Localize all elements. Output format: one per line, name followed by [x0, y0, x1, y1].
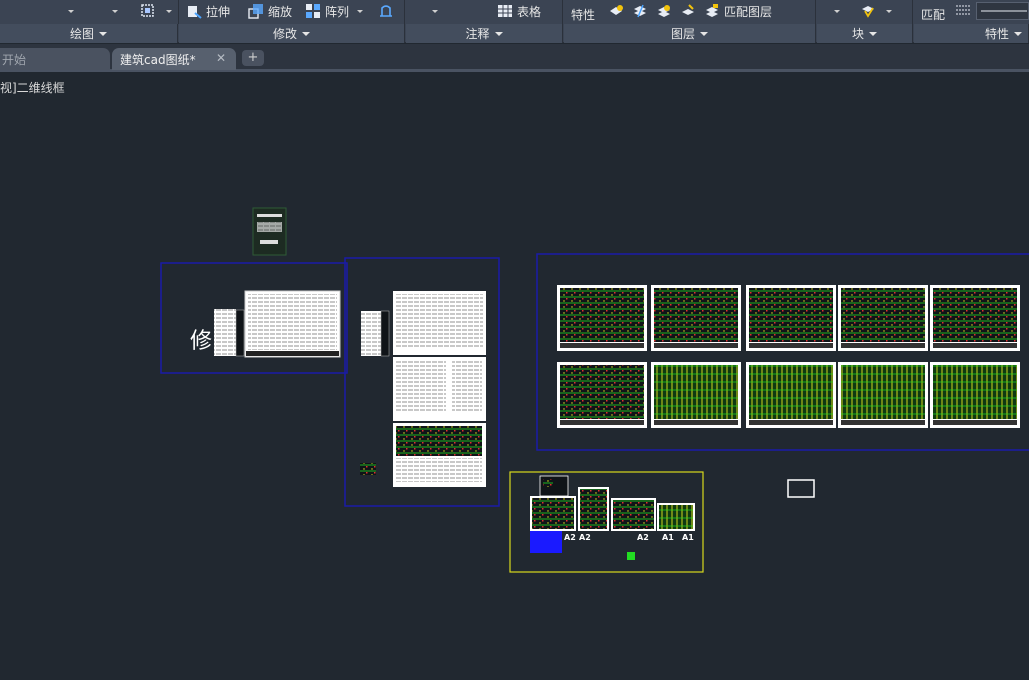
- layer-icon: [608, 3, 624, 19]
- table-label: 表格: [517, 4, 542, 19]
- separator: [562, 0, 563, 24]
- stretch-button[interactable]: 拉伸: [186, 0, 230, 22]
- block-icon: [860, 3, 876, 19]
- chevron-down-icon: [302, 31, 310, 36]
- ribbon: 拉伸 缩放 阵列 表格 特性 匹配图层 匹配 绘图 修改 注释 图层 块 特性: [0, 0, 1029, 43]
- panel-annotation-label: 注释: [465, 27, 490, 41]
- panel-layers-label: 图层: [670, 27, 695, 41]
- separator: [912, 0, 913, 24]
- layer-icon: [632, 3, 648, 19]
- chevron-down-icon: [494, 31, 503, 36]
- match-layer-button[interactable]: 匹配图层: [704, 0, 772, 22]
- scale-label: 缩放: [268, 4, 293, 19]
- properties-label: 特性: [571, 7, 596, 22]
- chevron-down-icon: [99, 31, 107, 36]
- panel-properties-label: 特性: [984, 27, 1009, 41]
- block-overflow[interactable]: [828, 0, 840, 22]
- array-label: 阵列: [325, 4, 350, 19]
- separator: [404, 0, 405, 24]
- panel-draw-label: 绘图: [69, 27, 94, 41]
- scale-button[interactable]: 缩放: [248, 0, 292, 22]
- panel-draw[interactable]: 绘图: [0, 24, 178, 43]
- add-tab-button[interactable]: +: [242, 50, 264, 66]
- panel-modify-label: 修改: [272, 27, 297, 41]
- scale-icon: [248, 3, 264, 19]
- panel-block-label: 块: [851, 27, 864, 41]
- close-icon[interactable]: ✕: [216, 51, 226, 65]
- draw-tools-overflow[interactable]: [4, 0, 118, 22]
- stretch-icon: [186, 3, 202, 19]
- layer-tool-4[interactable]: [680, 0, 700, 22]
- viewport-controls-label[interactable]: 视]二维线框: [0, 79, 65, 96]
- panel-annotation[interactable]: 注释: [406, 24, 563, 43]
- layer-icon: [680, 3, 696, 19]
- lineweight-button[interactable]: [955, 0, 975, 22]
- edit-polyline-button[interactable]: [378, 0, 398, 22]
- match-layer-icon: [704, 3, 720, 19]
- polyline-edit-icon: [378, 3, 394, 19]
- panel-modify[interactable]: 修改: [179, 24, 405, 43]
- panel-layers[interactable]: 图层: [564, 24, 816, 43]
- layer-tool-2[interactable]: [632, 0, 652, 22]
- panel-properties[interactable]: 特性: [914, 24, 1029, 43]
- tab-start[interactable]: 开始: [0, 48, 110, 70]
- linetype-dropdown[interactable]: [976, 2, 1029, 20]
- chevron-down-icon: [700, 31, 708, 36]
- block-edit-button[interactable]: [860, 0, 892, 22]
- layer-tool-3[interactable]: [656, 0, 676, 22]
- tab-drawing-label: 建筑cad图纸*: [120, 52, 196, 67]
- separator: [815, 0, 816, 24]
- layer-icon: [656, 3, 672, 19]
- chevron-down-icon: [869, 31, 877, 36]
- tab-drawing[interactable]: 建筑cad图纸* ✕: [112, 48, 236, 70]
- table-button[interactable]: 表格: [497, 0, 541, 22]
- panel-block[interactable]: 块: [817, 24, 913, 43]
- stretch-label: 拉伸: [206, 4, 231, 19]
- array-button[interactable]: 阵列: [305, 0, 364, 22]
- array-icon: [305, 3, 321, 19]
- region-icon: [140, 3, 156, 19]
- annotation-overflow[interactable]: [426, 0, 438, 22]
- lineweight-icon: [955, 3, 971, 19]
- document-tab-bar: 开始 建筑cad图纸* ✕: [0, 44, 1029, 72]
- add-icon: +: [247, 50, 259, 65]
- layer-tool-1[interactable]: [608, 0, 628, 22]
- table-icon: [497, 3, 513, 19]
- match-layer-label: 匹配图层: [724, 4, 773, 19]
- match-label: 匹配: [921, 7, 946, 22]
- model-viewport[interactable]: [0, 75, 1029, 680]
- draw-region-button[interactable]: [140, 0, 172, 22]
- separator: [178, 0, 179, 24]
- tab-start-label: 开始: [2, 52, 27, 67]
- layer-properties-button[interactable]: 特性: [571, 3, 595, 25]
- chevron-down-icon: [1014, 31, 1022, 36]
- match-properties-button[interactable]: 匹配: [921, 3, 945, 25]
